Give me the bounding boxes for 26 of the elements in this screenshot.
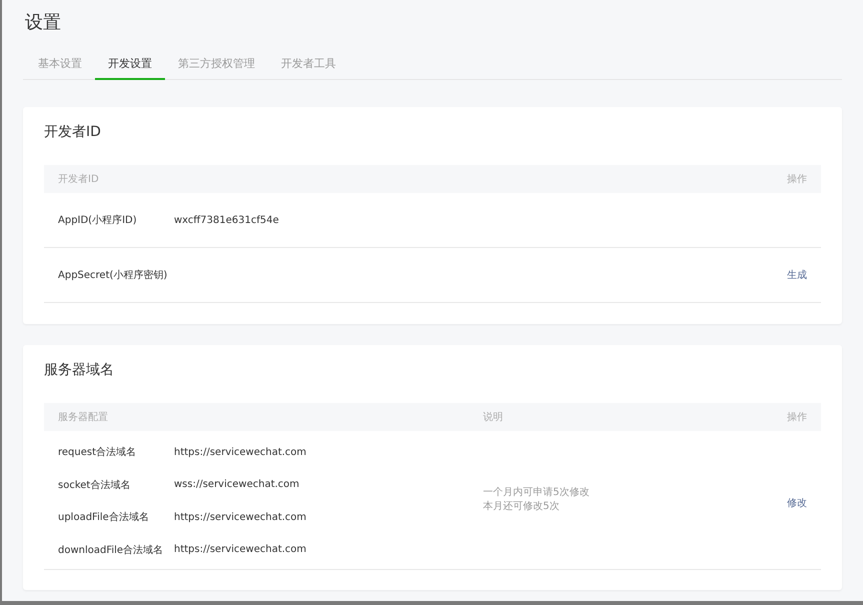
column-header: 说明 bbox=[483, 411, 504, 424]
table-cell-text: downloadFile合法域名 bbox=[58, 544, 164, 557]
table-cell-text: socket合法域名 bbox=[58, 478, 132, 492]
section-title: 开发者ID bbox=[44, 123, 102, 142]
modify-link[interactable]: 修改 bbox=[787, 498, 807, 508]
generate-link[interactable]: 生成 bbox=[787, 268, 807, 282]
page-title: 设置 bbox=[24, 11, 62, 35]
section-title: 服务器域名 bbox=[44, 361, 115, 380]
column-header: 开发者ID bbox=[58, 172, 99, 186]
table-cell: https://servicewechat.com bbox=[174, 446, 306, 458]
table-cell: https://servicewechat.com bbox=[174, 512, 306, 523]
table-cell: wxcff7381e631cf54e bbox=[174, 214, 279, 226]
note-text: 一个月内可申请5次修改 bbox=[483, 486, 590, 500]
tab[interactable]: 开发设置 bbox=[95, 50, 165, 80]
table-cell-text: uploadFile合法域名 bbox=[58, 510, 150, 524]
table-cell-text: AppID(小程序ID) bbox=[58, 214, 138, 227]
note-text: 本月还可修改5次 bbox=[483, 500, 560, 514]
table-cell: https://servicewechat.com bbox=[174, 544, 306, 556]
table-cell: wss://servicewechat.com bbox=[174, 479, 300, 490]
column-header: 服务器配置 bbox=[58, 410, 109, 424]
table-cell-text: AppSecret(小程序密钥) bbox=[58, 268, 168, 282]
tab[interactable]: 第三方授权管理 bbox=[165, 50, 268, 80]
column-header: 操作 bbox=[787, 173, 807, 186]
column-header: 操作 bbox=[787, 411, 807, 424]
tab[interactable]: 基本设置 bbox=[25, 50, 95, 80]
table-cell-text: request合法域名 bbox=[58, 446, 138, 460]
